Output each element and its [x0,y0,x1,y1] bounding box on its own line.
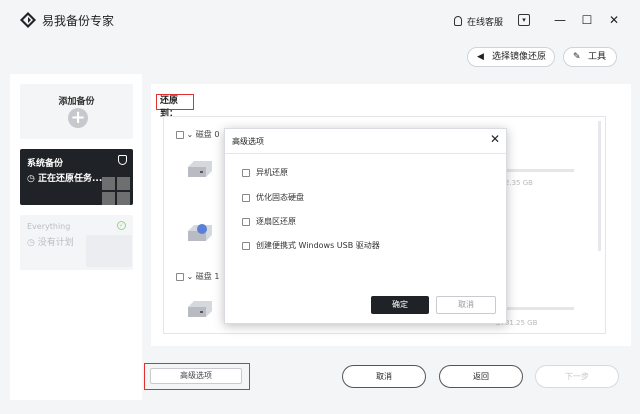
windows-logo-icon [102,177,130,205]
online-service-link[interactable]: 在线客服 [467,15,503,28]
disk-checkbox[interactable] [176,130,184,139]
dialog-divider [225,153,506,154]
shield-icon [118,155,127,165]
hard-drive-icon [188,301,212,317]
back-button[interactable]: 返回 [439,365,523,388]
close-window-button[interactable]: ✕ [606,12,622,28]
advanced-options-highlight: 高级选项 [144,363,250,390]
headset-icon[interactable] [454,16,462,26]
dropdown-menu-button[interactable]: ▾ [518,14,530,26]
plus-icon: + [68,108,88,128]
select-image-restore-button[interactable]: ◀ 选择镜像还原 [467,47,555,67]
add-backup-label: 添加备份 [58,97,95,107]
system-backup-status: ◷ 正在还原任务... [27,174,103,184]
hard-drive-icon [188,161,212,177]
maximize-button[interactable]: ☐ [579,12,595,28]
system-backup-title: 系统备份 [27,159,64,169]
chevron-down-icon[interactable]: ⌄ [187,130,194,139]
disk-list-scrollbar[interactable] [598,121,601,251]
app-logo-icon [20,12,36,28]
folder-icon [86,235,132,267]
arrow-left-icon: ◀ [477,52,484,62]
hard-drive-partition-icon [188,224,212,241]
option-dissimilar-hardware[interactable]: 异机还原 [242,167,288,178]
checkbox[interactable] [242,193,250,202]
tools-button[interactable]: ✎ 工具 [563,47,617,67]
disk-checkbox[interactable] [176,272,184,281]
option-ssd-optimize[interactable]: 优化固态硬盘 [242,192,304,203]
option-portable-windows-usb[interactable]: 创建便携式 Windows USB 驱动器 [242,240,380,251]
dialog-title: 高级选项 [232,137,264,146]
wrench-icon: ✎ [573,52,581,62]
app-window: 易我备份专家 在线客服 ▾ — ☐ ✕ ◀ 选择镜像还原 ✎ 工具 添加备份 +… [0,0,640,414]
dialog-cancel-button[interactable]: 取消 [436,296,496,314]
checkbox[interactable] [242,241,250,250]
system-backup-card[interactable]: 系统备份 ◷ 正在还原任务... [20,149,133,205]
app-title: 易我备份专家 [42,14,115,28]
check-circle-icon: ✓ [117,221,126,230]
tools-label: 工具 [588,52,607,62]
checkbox[interactable] [242,168,250,177]
clock-icon: ◷ [27,174,35,184]
option-sector-by-sector[interactable]: 逐扇区还原 [242,216,296,227]
chevron-down-icon[interactable]: ⌄ [187,272,194,281]
backup-sidebar: 添加备份 + 系统备份 ◷ 正在还原任务... Everything ◷ 没有计… [10,74,142,400]
disk-label: 磁盘 0 [195,130,220,139]
select-image-restore-label: 选择镜像还原 [492,52,547,62]
minimize-button[interactable]: — [552,12,568,28]
advanced-options-button[interactable]: 高级选项 [150,368,242,384]
everything-backup-title: Everything [27,222,71,231]
dialog-ok-button[interactable]: 确定 [371,296,429,314]
disk-row-1[interactable]: ⌄ 磁盘 1 [176,271,219,282]
everything-backup-card[interactable]: Everything ◷ 没有计划 ✓ [20,215,133,270]
disk-row-0[interactable]: ⌄ 磁盘 0 [176,129,219,140]
disk-label: 磁盘 1 [195,272,220,281]
checkbox[interactable] [242,217,250,226]
cancel-button[interactable]: 取消 [342,365,426,388]
everything-backup-status: ◷ 没有计划 [27,238,74,248]
close-icon[interactable]: ✕ [490,132,500,146]
title-bar: 易我备份专家 在线客服 ▾ — ☐ ✕ [0,0,640,40]
next-button[interactable]: 下一步 [535,365,619,388]
clock-icon: ◷ [27,238,35,248]
add-backup-card[interactable]: 添加备份 + [20,84,133,139]
restore-to-heading: 还原到： [156,94,194,119]
advanced-options-dialog: 高级选项 ✕ 异机还原 优化固态硬盘 逐扇区还原 创建便携式 Windows U… [224,128,507,324]
